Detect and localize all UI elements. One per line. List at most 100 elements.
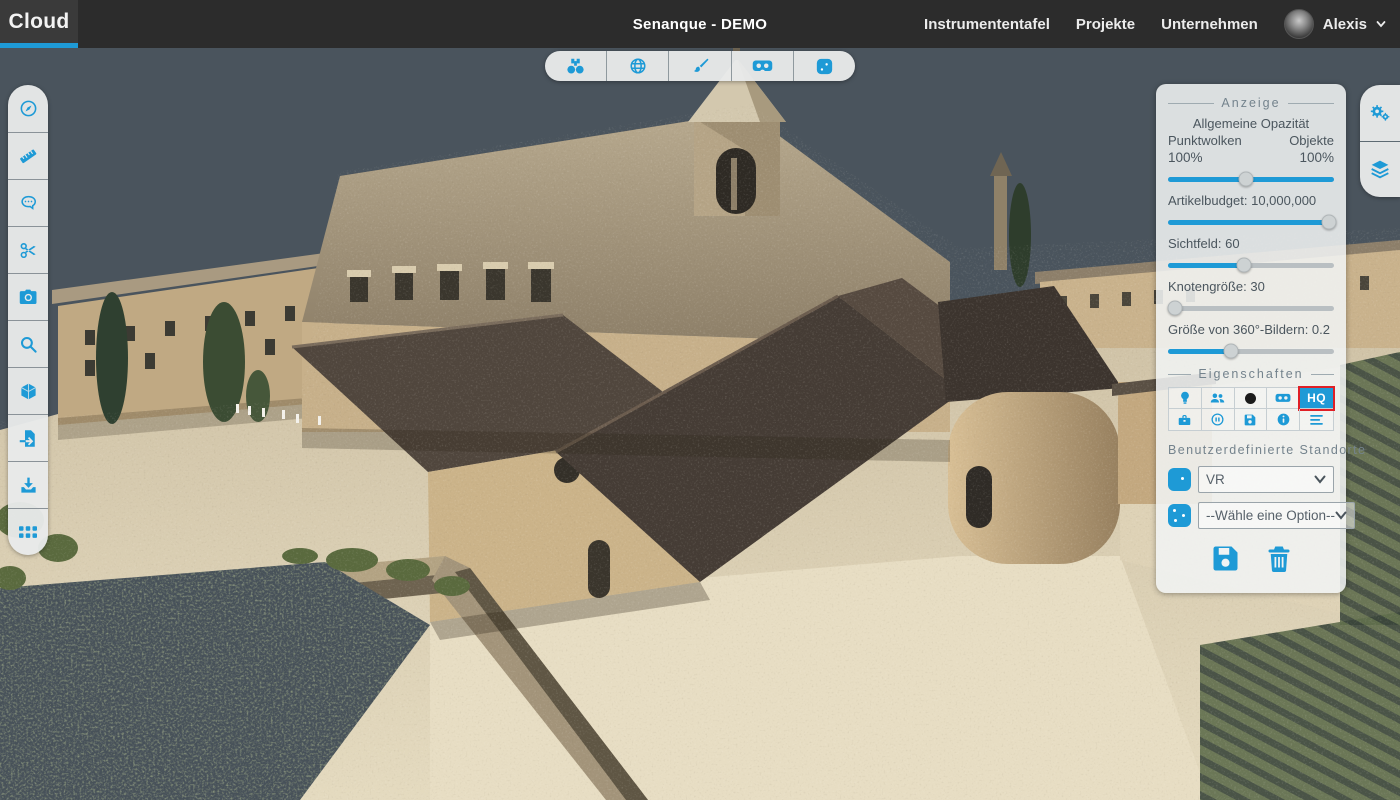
opacity-values: 100% 100% — [1168, 150, 1334, 165]
slider-thumb[interactable] — [1167, 301, 1182, 316]
vr-goggles-icon — [752, 59, 773, 74]
app-window: Cloud Senanque - DEMO Instrumententafel … — [0, 0, 1400, 800]
search-button[interactable] — [8, 320, 48, 367]
import-button[interactable] — [8, 414, 48, 461]
screenshot-button[interactable] — [8, 273, 48, 320]
slider-thumb[interactable] — [1239, 172, 1254, 187]
toggle-toolbox-button[interactable] — [1169, 409, 1202, 430]
settings-button[interactable] — [1360, 85, 1400, 141]
slider-thumb[interactable] — [1322, 215, 1337, 230]
list-view-button[interactable] — [1300, 409, 1333, 430]
toggle-pause-button[interactable] — [1202, 409, 1235, 430]
layers-button[interactable] — [1360, 141, 1400, 198]
chevron-down-icon — [1335, 511, 1347, 520]
globe-icon — [629, 57, 647, 75]
locations-title: Benutzerdefinierte Standorte — [1168, 443, 1334, 457]
globe-view-button[interactable] — [606, 51, 668, 81]
download-button[interactable] — [8, 461, 48, 508]
location-actions — [1168, 545, 1334, 577]
user-name: Alexis — [1323, 16, 1367, 33]
location-row-2: --Wähle eine Option-- — [1168, 502, 1334, 529]
item-budget-label: Artikelbudget: 10,000,000 — [1168, 193, 1334, 208]
info-icon — [1277, 413, 1290, 426]
marker-three-dots-icon[interactable] — [1168, 504, 1191, 527]
panorama-marker-button[interactable] — [793, 51, 855, 81]
toggle-vr-button[interactable] — [1267, 388, 1300, 409]
location-select-2[interactable]: --Wähle eine Option-- — [1198, 502, 1355, 529]
left-toolbar — [8, 85, 48, 555]
trash-icon — [1267, 545, 1291, 572]
nav-projects[interactable]: Projekte — [1076, 16, 1135, 33]
scissors-icon — [19, 241, 38, 260]
app-logo-text: Cloud — [9, 10, 70, 34]
menu-lines-icon — [1310, 415, 1323, 425]
pointclouds-label: Punktwolken — [1168, 133, 1242, 148]
save-icon — [1244, 414, 1256, 426]
delete-location-button[interactable] — [1267, 545, 1291, 577]
location-select-1[interactable]: VR — [1198, 466, 1334, 493]
navigate-button[interactable] — [8, 85, 48, 132]
download-icon — [19, 476, 38, 495]
toggle-hq-button[interactable]: HQ — [1300, 388, 1333, 409]
slider-thumb[interactable] — [1224, 344, 1239, 359]
image360-size-slider[interactable] — [1168, 344, 1334, 359]
apps-button[interactable] — [8, 508, 48, 555]
objects-value: 100% — [1299, 150, 1334, 165]
save-icon — [1212, 545, 1239, 572]
black-dot-icon — [1245, 393, 1256, 404]
apps-grid-icon — [19, 526, 37, 539]
field-of-view-slider[interactable] — [1168, 258, 1334, 273]
properties-grid: HQ — [1168, 387, 1334, 431]
nav-company[interactable]: Unternehmen — [1161, 16, 1258, 33]
avatar — [1284, 9, 1314, 39]
file-import-icon — [19, 429, 37, 448]
item-budget-slider[interactable] — [1168, 215, 1334, 230]
save-location-button[interactable] — [1212, 545, 1239, 577]
paint-tool-button[interactable] — [668, 51, 730, 81]
opacity-slider[interactable] — [1168, 172, 1334, 187]
toolbox-icon — [1178, 414, 1191, 426]
edge-toolbar — [1360, 85, 1400, 197]
search-icon — [19, 335, 38, 354]
users-icon — [1210, 392, 1225, 404]
marker-one-dot-icon[interactable] — [1168, 468, 1191, 491]
top-bar: Cloud Senanque - DEMO Instrumententafel … — [0, 0, 1400, 48]
node-size-slider[interactable] — [1168, 301, 1334, 316]
marker-square-icon — [816, 58, 833, 75]
measure-button[interactable] — [8, 132, 48, 179]
app-logo[interactable]: Cloud — [0, 0, 78, 48]
ruler-icon — [18, 146, 38, 166]
toggle-annotations-button[interactable] — [1169, 388, 1202, 409]
camera-icon — [19, 289, 38, 306]
location-row-1: VR — [1168, 466, 1334, 493]
vr-goggles-icon — [1275, 393, 1291, 404]
vr-mode-button[interactable] — [731, 51, 793, 81]
properties-title: Eigenschaften — [1168, 367, 1334, 381]
binoculars-icon — [566, 58, 585, 75]
cube-icon — [19, 382, 38, 401]
layers-icon — [1370, 159, 1390, 179]
field-of-view-label: Sichtfeld: 60 — [1168, 236, 1334, 251]
compass-icon — [19, 99, 38, 118]
display-panel: Anzeige Allgemeine Opazität Punktwolken … — [1156, 84, 1346, 593]
nav-dashboard[interactable]: Instrumententafel — [924, 16, 1050, 33]
toggle-users-button[interactable] — [1202, 388, 1235, 409]
node-size-label: Knotengröße: 30 — [1168, 279, 1334, 294]
measure-views-button[interactable] — [545, 51, 606, 81]
quick-save-button[interactable] — [1235, 409, 1268, 430]
objects-label: Objekte — [1289, 133, 1334, 148]
pointclouds-value: 100% — [1168, 150, 1203, 165]
main-nav: Instrumententafel Projekte Unternehmen A… — [924, 9, 1386, 39]
settings-gears-icon — [1369, 103, 1391, 123]
paint-brush-icon — [691, 57, 709, 75]
image360-size-label: Größe von 360°-Bildern: 0.2 — [1168, 322, 1334, 337]
project-title: Senanque - DEMO — [633, 16, 768, 33]
objects-button[interactable] — [8, 367, 48, 414]
user-menu[interactable]: Alexis — [1284, 9, 1386, 39]
slider-thumb[interactable] — [1237, 258, 1252, 273]
clip-button[interactable] — [8, 226, 48, 273]
info-button[interactable] — [1267, 409, 1300, 430]
toggle-points-button[interactable] — [1235, 388, 1268, 409]
chevron-down-icon — [1376, 19, 1386, 29]
comment-button[interactable] — [8, 179, 48, 226]
